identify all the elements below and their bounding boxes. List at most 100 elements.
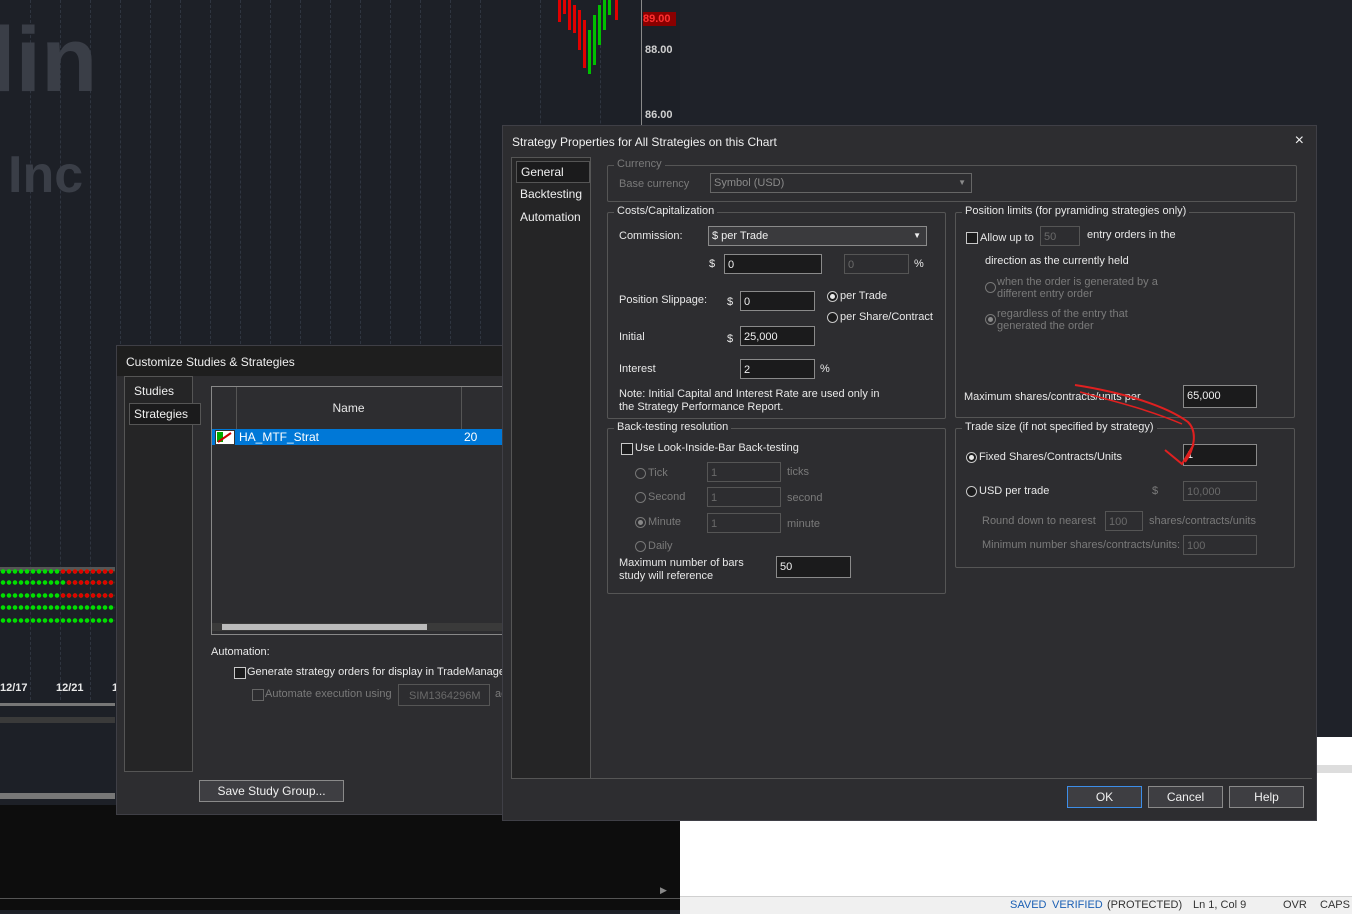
entry-orders-label: entry orders in the [1087, 229, 1176, 241]
backtesting-group-label: Back-testing resolution [614, 421, 732, 433]
minute-field[interactable]: 1 [707, 513, 781, 533]
chevron-down-icon: ▼ [958, 178, 966, 187]
interest-label: Interest [619, 363, 656, 375]
commission-amount-field[interactable]: 0 [724, 254, 822, 274]
status-bar: SAVED VERIFIED (PROTECTED) Ln 1, Col 9 O… [680, 896, 1352, 914]
costs-group-label: Costs/Capitalization [614, 205, 718, 217]
cancel-button[interactable]: Cancel [1148, 786, 1223, 808]
automation-label: Automation: [211, 646, 270, 658]
minute-radio[interactable] [635, 517, 646, 528]
status-cursor-position: Ln 1, Col 9 [1193, 899, 1247, 911]
status-ovr: OVR [1283, 899, 1307, 911]
customize-nav: Studies Strategies [124, 376, 201, 772]
tick-field[interactable]: 1 [707, 462, 781, 482]
table-row[interactable]: HA_MTF_Strat 20 [212, 429, 518, 445]
last-price-tag: 89.00 [643, 12, 676, 26]
option1-line2: different entry order [997, 288, 1093, 300]
initial-capital-field[interactable]: 25,000 [740, 326, 815, 346]
automate-execution-checkbox[interactable] [252, 689, 264, 701]
currency-group: Currency Base currency Symbol (USD) ▼ [607, 158, 1297, 202]
dollar-sign: $ [727, 333, 734, 345]
interest-field[interactable]: 2 [740, 359, 815, 379]
allow-up-to-field[interactable]: 50 [1040, 226, 1080, 246]
ok-button[interactable]: OK [1067, 786, 1142, 808]
status-saved: SAVED [1010, 899, 1047, 911]
daily-label: Daily [648, 540, 673, 552]
minute-label: Minute [648, 516, 682, 528]
look-inside-bar-checkbox[interactable] [621, 443, 633, 455]
max-bars-field[interactable]: 50 [776, 556, 851, 578]
base-currency-select[interactable]: Symbol (USD) ▼ [710, 173, 972, 193]
commission-select[interactable]: $ per Trade ▼ [708, 226, 927, 246]
status-verified: VERIFIED [1052, 899, 1103, 911]
nav-studies[interactable]: Studies [129, 380, 201, 402]
usd-per-trade-label: USD per trade [979, 485, 1050, 497]
dollar-sign: $ [1152, 485, 1159, 497]
price-label: 88.00 [645, 44, 673, 56]
per-trade-label: per Trade [840, 290, 888, 302]
base-currency-value: Symbol (USD) [714, 177, 785, 189]
note-line-2: the Strategy Performance Report. [619, 401, 784, 413]
generated-by-different-radio[interactable] [985, 282, 996, 293]
column-header-name[interactable]: Name [236, 387, 462, 429]
customize-titlebar: Customize Studies & Strategies [117, 346, 517, 376]
allow-pyramiding-checkbox[interactable] [966, 232, 978, 244]
strategy-icon [215, 430, 235, 445]
regardless-of-entry-radio[interactable] [985, 314, 996, 325]
pct-sign: % [914, 258, 924, 270]
initial-label: Initial [619, 331, 645, 343]
second-field[interactable]: 1 [707, 487, 781, 507]
nav-strategies[interactable]: Strategies [129, 403, 201, 425]
automate-account-field[interactable]: SIM1364296M [398, 684, 490, 706]
per-trade-radio[interactable] [827, 291, 838, 302]
commission-pct-field[interactable]: 0 [844, 254, 909, 274]
help-button[interactable]: Help [1229, 786, 1304, 808]
second-unit: second [787, 492, 823, 504]
backtesting-group: Back-testing resolution Use Look-Inside-… [607, 421, 946, 594]
annotation-arrow-icon [1074, 384, 1195, 466]
horizontal-scrollbar[interactable] [212, 623, 518, 631]
pct-sign: % [820, 363, 830, 375]
tab-general[interactable]: General [516, 161, 590, 183]
allow-up-to-label: Allow up to [980, 232, 1034, 244]
direction-label: direction as the currently held [985, 255, 1129, 267]
daily-radio[interactable] [635, 541, 646, 552]
fixed-shares-radio[interactable] [966, 452, 977, 463]
look-inside-bar-label: Use Look-Inside-Bar Back-testing [635, 442, 799, 454]
max-bars-line1: Maximum number of bars [619, 557, 744, 569]
usd-per-trade-field[interactable]: 10,000 [1183, 481, 1257, 501]
max-bars-line2: study will reference [619, 570, 714, 582]
tick-radio[interactable] [635, 468, 646, 479]
per-share-label: per Share/Contract [840, 311, 933, 323]
strategies-table: Name HA_MTF_Strat 20 [211, 386, 519, 635]
option1-line1: when the order is generated by a [997, 276, 1158, 288]
dollar-sign: $ [709, 258, 716, 270]
slippage-label: Position Slippage: [619, 294, 708, 306]
per-share-radio[interactable] [827, 312, 838, 323]
position-limits-label: Position limits (for pyramiding strategi… [962, 205, 1190, 217]
generate-orders-checkbox[interactable] [234, 667, 246, 679]
currency-group-label: Currency [614, 158, 665, 170]
tab-automation[interactable]: Automation [516, 207, 586, 227]
price-label: 86.00 [645, 109, 673, 121]
row-name: HA_MTF_Strat [239, 430, 320, 444]
tab-backtesting[interactable]: Backtesting [516, 184, 586, 204]
code-editor[interactable] [680, 820, 1352, 896]
save-study-group-button[interactable]: Save Study Group... [199, 780, 344, 802]
slippage-field[interactable]: 0 [740, 291, 815, 311]
minimum-shares-field[interactable]: 100 [1183, 535, 1257, 555]
generate-orders-label: Generate strategy orders for display in … [247, 666, 506, 678]
customize-studies-dialog: Customize Studies & Strategies Studies S… [116, 345, 519, 815]
round-down-field[interactable]: 100 [1105, 511, 1143, 531]
option2-line2: generated the order [997, 320, 1094, 332]
usd-per-trade-radio[interactable] [966, 486, 977, 497]
commission-value: $ per Trade [712, 230, 769, 242]
round-down-label: Round down to nearest [982, 515, 1096, 527]
costs-group: Costs/Capitalization Commission: $ per T… [607, 205, 946, 419]
second-radio[interactable] [635, 492, 646, 503]
chart-watermark-symbol: lin [0, 9, 98, 111]
strategy-nav: General Backtesting Automation [511, 157, 591, 779]
note-line-1: Note: Initial Capital and Interest Rate … [619, 388, 880, 400]
dollar-sign: $ [727, 296, 734, 308]
close-icon[interactable]: × [1295, 132, 1304, 150]
